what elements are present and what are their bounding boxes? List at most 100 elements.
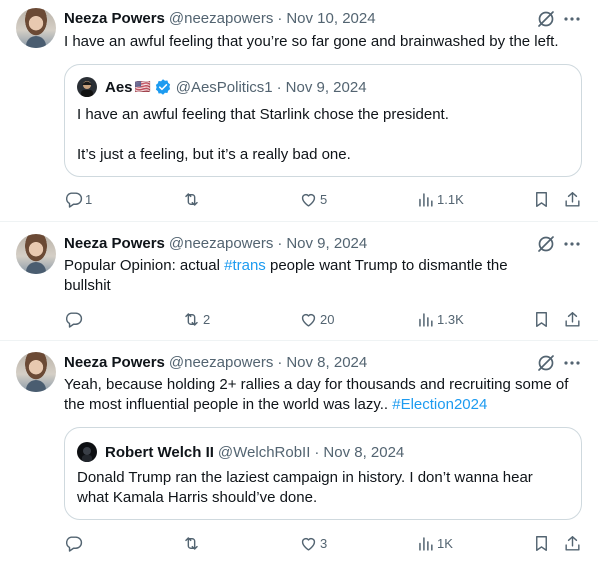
views-count: 1K bbox=[437, 535, 453, 551]
like-count: 3 bbox=[320, 535, 328, 551]
like-count: 5 bbox=[320, 191, 328, 207]
repost-icon bbox=[185, 192, 198, 206]
reply-icon bbox=[65, 311, 83, 328]
share-button[interactable] bbox=[563, 189, 582, 209]
views-chart-icon bbox=[419, 312, 433, 327]
tweet-header: Neeza Powers @neezapowers · Nov 9, 2024 bbox=[64, 233, 367, 253]
reply-button[interactable] bbox=[64, 309, 85, 329]
bookmark-icon bbox=[536, 535, 547, 551]
tweet-header: Neeza Powers @neezapowers · Nov 8, 2024 bbox=[64, 352, 367, 372]
more-options-icon[interactable] bbox=[562, 234, 582, 254]
repost-count: 2 bbox=[203, 311, 211, 327]
heart-icon bbox=[301, 313, 316, 327]
author-handle[interactable]: @neezapowers bbox=[169, 10, 273, 27]
like-button[interactable]: 20 bbox=[299, 309, 334, 329]
quoted-text-line: It’s just a feeling, but it’s a really b… bbox=[77, 146, 351, 163]
views-chart-icon bbox=[419, 536, 433, 551]
quoted-avatar bbox=[77, 442, 97, 462]
action-bar: 3 1K bbox=[0, 533, 598, 553]
more-options-icon[interactable] bbox=[562, 9, 582, 29]
reply-button[interactable]: 1 bbox=[64, 189, 92, 209]
views-button[interactable]: 1.3K bbox=[416, 309, 464, 329]
bookmark-button[interactable] bbox=[532, 309, 551, 329]
views-chart-icon bbox=[419, 192, 433, 207]
quoted-tweet[interactable]: Aes 🇺🇸 @AesPolitics1 · Nov 9, 2024 I hav… bbox=[64, 64, 582, 177]
quoted-author-handle: @WelchRobII bbox=[217, 443, 311, 461]
more-options-icon[interactable] bbox=[562, 353, 582, 373]
avatar[interactable] bbox=[16, 8, 56, 48]
hashtag-link[interactable]: #trans bbox=[224, 257, 266, 274]
reply-icon bbox=[65, 191, 83, 208]
grok-icon[interactable] bbox=[536, 353, 556, 373]
bookmark-button[interactable] bbox=[532, 533, 551, 553]
action-bar: 1 5 1.1K bbox=[0, 189, 598, 209]
quoted-author-handle: @AesPolitics1 bbox=[175, 78, 273, 96]
reply-count: 1 bbox=[85, 191, 93, 207]
tweet-date[interactable]: Nov 9, 2024 bbox=[286, 235, 367, 252]
tweet-date[interactable]: Nov 10, 2024 bbox=[286, 10, 375, 27]
repost-button[interactable] bbox=[182, 189, 203, 209]
heart-icon bbox=[301, 537, 316, 551]
share-icon bbox=[565, 535, 580, 551]
hashtag-link[interactable]: #Election2024 bbox=[392, 396, 487, 413]
grok-icon[interactable] bbox=[536, 9, 556, 29]
quoted-text: Donald Trump ran the laziest campaign in… bbox=[77, 469, 533, 506]
separator-dot: · bbox=[277, 353, 283, 371]
like-button[interactable]: 5 bbox=[299, 189, 327, 209]
repost-button[interactable] bbox=[182, 533, 203, 553]
repost-button[interactable]: 2 bbox=[182, 309, 210, 329]
like-count: 20 bbox=[320, 311, 335, 327]
views-count: 1.1K bbox=[437, 191, 464, 207]
quoted-avatar bbox=[77, 77, 97, 97]
reply-icon bbox=[65, 535, 83, 552]
quoted-author-name: Aes bbox=[105, 78, 133, 96]
avatar[interactable] bbox=[16, 352, 56, 392]
quoted-author-name: Robert Welch II bbox=[105, 443, 214, 461]
separator-dot: · bbox=[277, 234, 283, 252]
share-button[interactable] bbox=[563, 533, 582, 553]
separator-dot: · bbox=[314, 443, 320, 461]
heart-icon bbox=[301, 193, 316, 207]
quoted-header: Aes 🇺🇸 @AesPolitics1 · Nov 9, 2024 bbox=[105, 77, 367, 97]
quoted-text-line: I have an awful feeling that Starlink ch… bbox=[77, 106, 449, 123]
reply-button[interactable] bbox=[64, 533, 85, 553]
quoted-tweet[interactable]: Robert Welch II @WelchRobII · Nov 8, 202… bbox=[64, 427, 582, 520]
tweet-header: Neeza Powers @neezapowers · Nov 10, 2024 bbox=[64, 8, 376, 28]
author-handle[interactable]: @neezapowers bbox=[169, 354, 273, 371]
tweet[interactable]: Neeza Powers @neezapowers · Nov 8, 2024 … bbox=[0, 340, 598, 562]
action-bar: 2 20 1.3K bbox=[0, 309, 598, 329]
like-button[interactable]: 3 bbox=[299, 533, 327, 553]
quoted-header: Robert Welch II @WelchRobII · Nov 8, 202… bbox=[105, 442, 404, 462]
tweet[interactable]: Neeza Powers @neezapowers · Nov 9, 2024 … bbox=[0, 221, 598, 340]
bookmark-icon bbox=[536, 311, 547, 327]
avatar[interactable] bbox=[16, 234, 56, 274]
tweet-text-part: Yeah, because holding 2+ rallies a day f… bbox=[64, 376, 569, 413]
tweet-text: I have an awful feeling that you’re so f… bbox=[64, 33, 559, 50]
tweet-text: Yeah, because holding 2+ rallies a day f… bbox=[64, 375, 586, 415]
bookmark-button[interactable] bbox=[532, 189, 551, 209]
author-name[interactable]: Neeza Powers bbox=[64, 235, 165, 252]
views-button[interactable]: 1.1K bbox=[416, 189, 464, 209]
views-button[interactable]: 1K bbox=[416, 533, 453, 553]
bookmark-icon bbox=[536, 191, 547, 207]
verified-badge-icon bbox=[155, 79, 170, 95]
quoted-date: Nov 9, 2024 bbox=[285, 78, 367, 96]
grok-icon[interactable] bbox=[536, 234, 556, 254]
author-name[interactable]: Neeza Powers bbox=[64, 354, 165, 371]
separator-dot: · bbox=[276, 78, 282, 96]
share-button[interactable] bbox=[563, 309, 582, 329]
share-icon bbox=[565, 191, 580, 207]
views-count: 1.3K bbox=[437, 311, 464, 327]
tweet[interactable]: Neeza Powers @neezapowers · Nov 10, 2024… bbox=[0, 0, 598, 221]
author-handle[interactable]: @neezapowers bbox=[169, 235, 273, 252]
repost-icon bbox=[185, 312, 198, 326]
repost-icon bbox=[185, 536, 198, 550]
share-icon bbox=[565, 311, 580, 327]
separator-dot: · bbox=[277, 9, 283, 27]
tweet-text: Popular Opinion: actual #trans people wa… bbox=[64, 256, 544, 296]
tweet-text-part: Popular Opinion: actual bbox=[64, 257, 225, 274]
quoted-date: Nov 8, 2024 bbox=[323, 443, 405, 461]
us-flag-emoji: 🇺🇸 bbox=[134, 79, 151, 94]
author-name[interactable]: Neeza Powers bbox=[64, 10, 165, 27]
tweet-date[interactable]: Nov 8, 2024 bbox=[286, 354, 367, 371]
